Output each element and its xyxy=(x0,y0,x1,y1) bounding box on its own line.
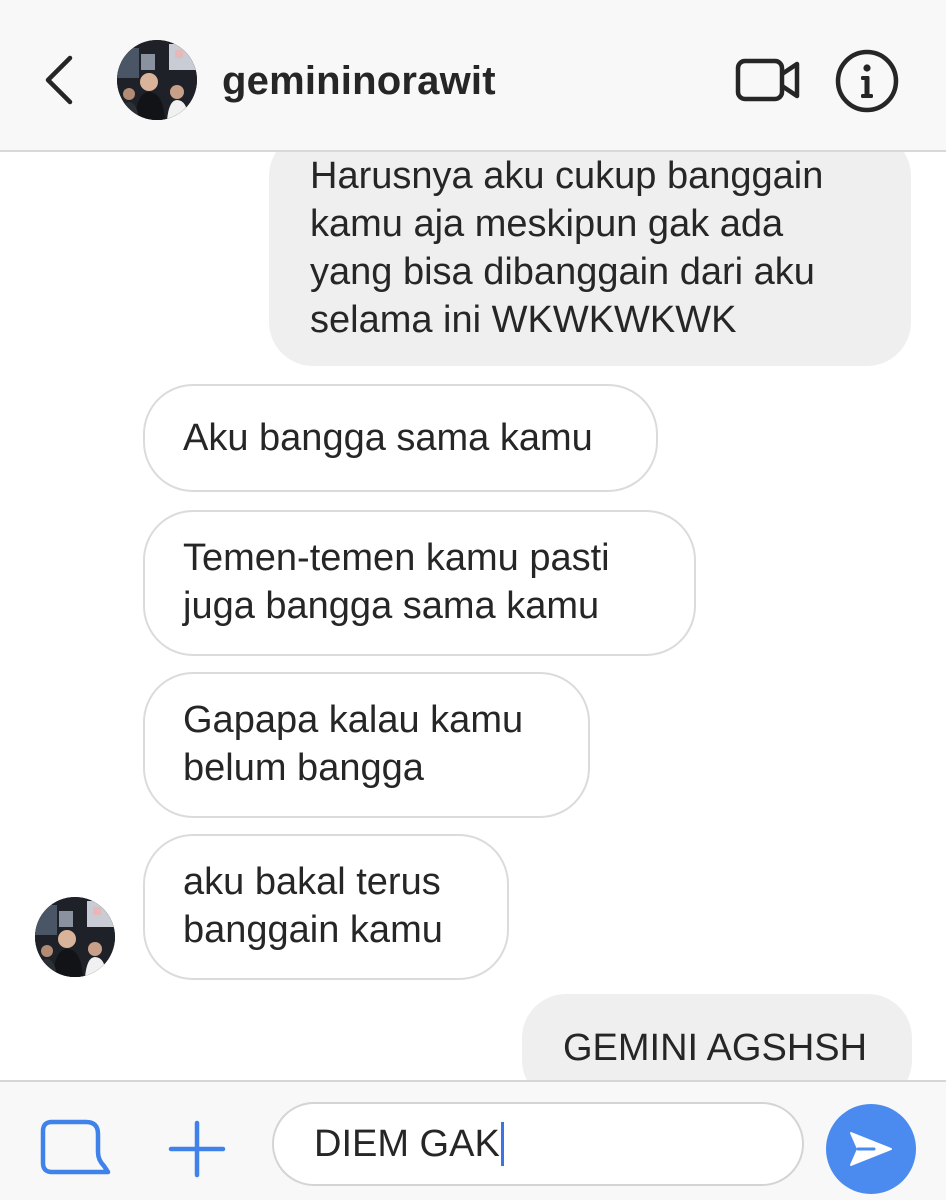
gallery-icon xyxy=(40,1119,111,1175)
message-bubble-sent[interactable]: Harusnya aku cukup banggain kamu aja mes… xyxy=(269,152,911,366)
message-bubble-sent[interactable]: GEMINI AGSHSH xyxy=(522,994,912,1080)
video-call-button[interactable] xyxy=(733,52,803,108)
message-bubble-received[interactable]: aku bakal terus banggain kamu xyxy=(143,834,509,980)
message-thread[interactable]: Harusnya aku cukup banggain kamu aja mes… xyxy=(0,152,946,1080)
send-button[interactable] xyxy=(826,1104,916,1194)
back-button[interactable] xyxy=(30,48,86,112)
sender-avatar[interactable] xyxy=(35,897,115,977)
info-icon xyxy=(835,49,899,113)
chat-username[interactable]: gemininorawit xyxy=(222,56,496,106)
message-composer: DIEM GAK xyxy=(0,1080,946,1200)
chevron-left-icon xyxy=(45,55,73,105)
gallery-button[interactable] xyxy=(38,1116,114,1180)
video-camera-icon xyxy=(735,58,800,102)
chat-header: gemininorawit xyxy=(0,0,946,152)
message-bubble-received[interactable]: Aku bangga sama kamu xyxy=(143,384,658,492)
message-bubble-received[interactable]: Temen-temen kamu pasti juga bangga sama … xyxy=(143,510,696,656)
profile-avatar[interactable] xyxy=(117,40,197,120)
plus-icon xyxy=(168,1120,226,1178)
text-caret xyxy=(500,1122,504,1166)
message-bubble-received[interactable]: Gapapa kalau kamu belum bangga xyxy=(143,672,590,818)
message-input[interactable]: DIEM GAK xyxy=(272,1102,804,1186)
send-icon xyxy=(850,1132,892,1166)
info-button[interactable] xyxy=(834,48,900,114)
add-button[interactable] xyxy=(166,1118,228,1180)
message-input-value: DIEM GAK xyxy=(314,1123,500,1165)
dm-screen: gemininorawit Harusnya aku cukup banggai… xyxy=(0,0,946,1200)
